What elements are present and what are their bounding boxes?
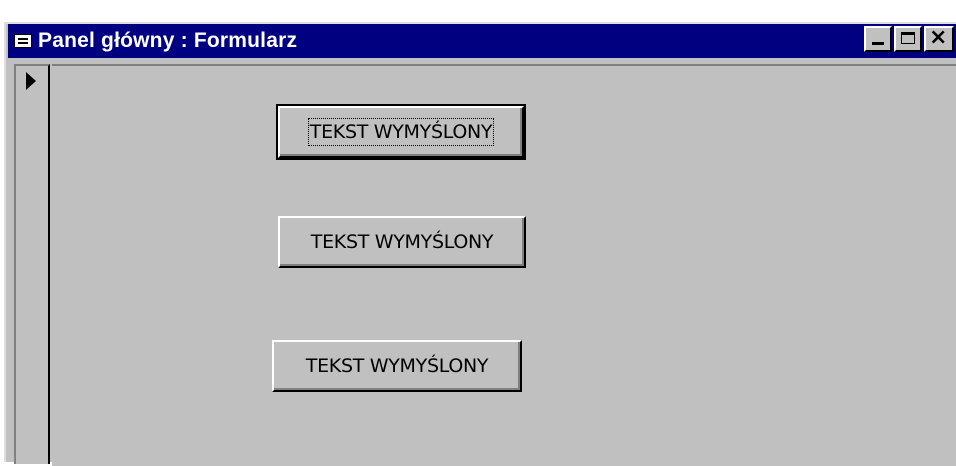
command-button-1-label: TEKST WYMYŚLONY [307, 118, 495, 146]
command-button-2-label: TEKST WYMYŚLONY [310, 231, 494, 253]
command-button-1[interactable]: TEKST WYMYŚLONY [276, 104, 526, 160]
command-button-3-label: TEKST WYMYŚLONY [305, 355, 489, 377]
window-title: Panel główny : Formularz [38, 29, 298, 52]
form-icon [14, 34, 32, 48]
title-bar[interactable]: Panel główny : Formularz [8, 24, 956, 58]
current-record-arrow-icon [26, 72, 36, 90]
record-selector[interactable] [14, 64, 50, 464]
command-button-2[interactable]: TEKST WYMYŚLONY [278, 216, 526, 268]
close-icon: × [929, 25, 948, 50]
maximize-button[interactable] [894, 26, 922, 52]
close-button[interactable]: × [924, 25, 954, 52]
command-button-3[interactable]: TEKST WYMYŚLONY [272, 340, 522, 392]
minimize-button[interactable] [864, 26, 892, 52]
